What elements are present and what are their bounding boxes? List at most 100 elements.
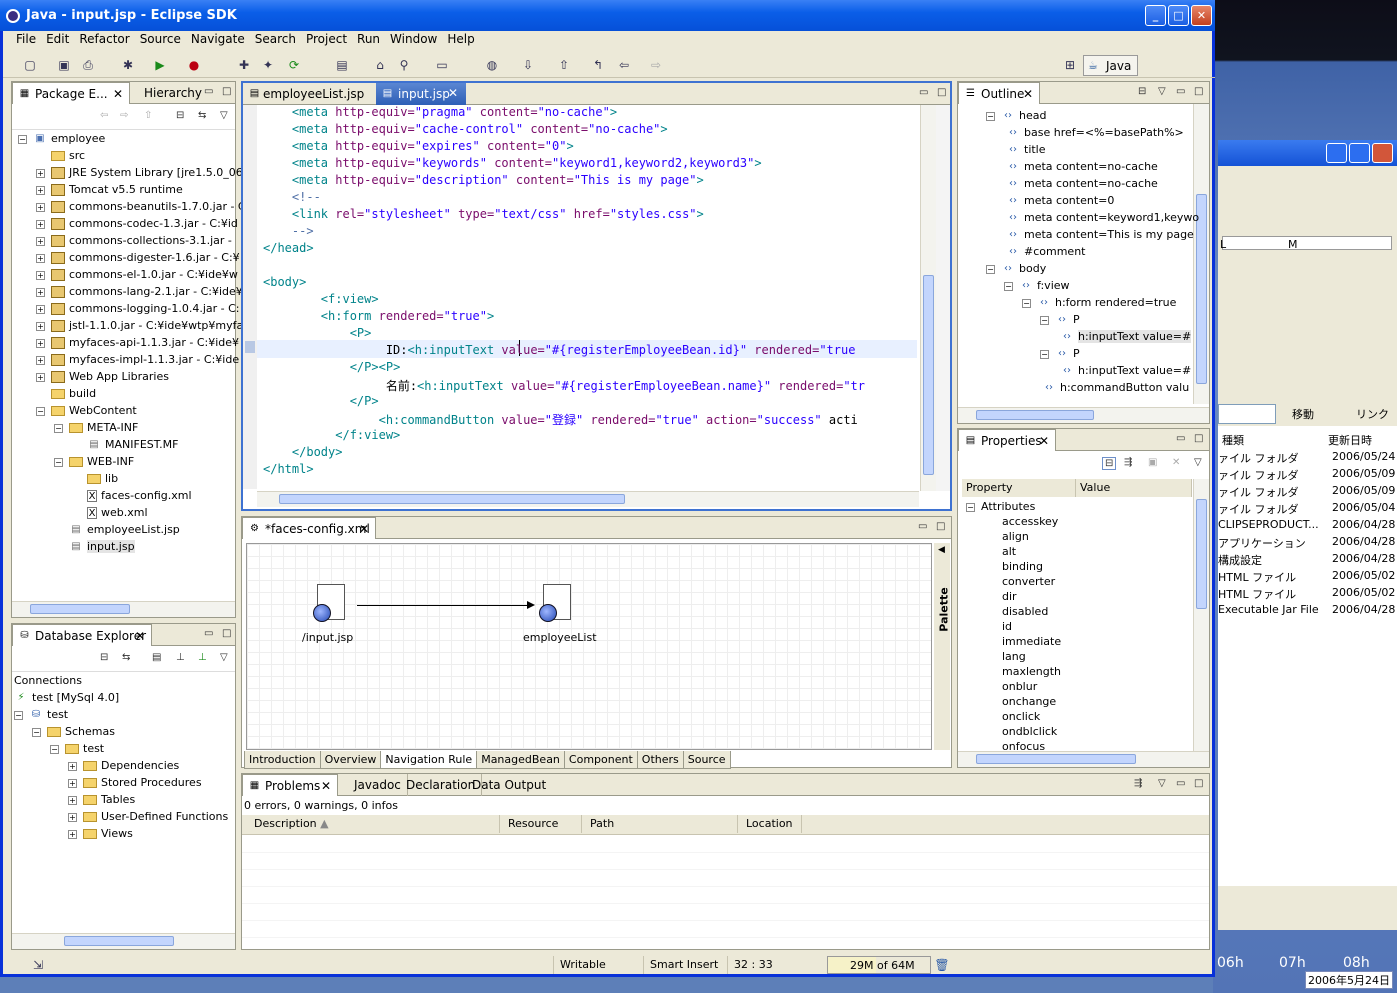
- expand-toggle-icon[interactable]: −: [54, 423, 63, 433]
- outline-item[interactable]: − ‹› body: [986, 262, 1046, 275]
- subtab-managedbean[interactable]: ManagedBean: [476, 751, 565, 769]
- expand-toggle-icon[interactable]: +: [36, 372, 45, 382]
- node-employeelist[interactable]: [539, 584, 573, 624]
- property-row[interactable]: binding: [1002, 560, 1043, 573]
- expand-toggle-icon[interactable]: −: [50, 744, 59, 754]
- new-connection-icon[interactable]: ▤: [152, 652, 161, 663]
- close-icon[interactable]: [1372, 143, 1393, 163]
- db-tree-item[interactable]: + User-Defined Functions: [68, 810, 228, 823]
- property-row[interactable]: onclick: [1002, 710, 1040, 723]
- connect-icon[interactable]: ⊥: [176, 652, 185, 663]
- view-menu-icon[interactable]: ▽: [1158, 86, 1166, 97]
- code-line[interactable]: <h:form rendered="true">: [263, 309, 494, 323]
- property-row[interactable]: onchange: [1002, 695, 1056, 708]
- expand-toggle-icon[interactable]: −: [986, 111, 995, 121]
- menu-project[interactable]: Project: [301, 30, 352, 50]
- view-menu-icon[interactable]: ▽: [1194, 457, 1202, 468]
- package-tree-item[interactable]: + Tomcat v5.5 runtime: [36, 183, 183, 196]
- minimize-icon[interactable]: [1326, 143, 1347, 163]
- tab-problems[interactable]: ▦ Problems ✕: [242, 774, 338, 796]
- db-tree-item[interactable]: − Schemas: [32, 725, 115, 738]
- view-menu-icon[interactable]: ▽: [220, 110, 228, 121]
- code-line[interactable]: <f:view>: [263, 292, 379, 306]
- package-tree-item[interactable]: + Web App Libraries: [36, 370, 169, 383]
- editor-vscroll[interactable]: [920, 105, 936, 491]
- open-folder-icon[interactable]: ▭: [433, 56, 451, 74]
- view-menu-icon[interactable]: ▽: [1158, 778, 1166, 789]
- menu-file[interactable]: File: [11, 30, 41, 50]
- remove-icon[interactable]: ✕: [1172, 457, 1180, 468]
- outline-item[interactable]: − ‹› P: [1040, 347, 1080, 360]
- close-button[interactable]: ✕: [1191, 5, 1212, 26]
- expand-toggle-icon[interactable]: +: [36, 185, 45, 195]
- tab-data-output[interactable]: Data Output: [466, 774, 552, 796]
- maximize-view-icon[interactable]: □: [1194, 778, 1203, 789]
- menu-refactor[interactable]: Refactor: [74, 30, 134, 50]
- tab-employeelist-jsp[interactable]: ▤ employeeList.jsp: [243, 83, 370, 105]
- expand-toggle-icon[interactable]: −: [36, 406, 45, 416]
- external-tools-icon[interactable]: ●: [185, 56, 203, 74]
- outline-item[interactable]: ‹› title: [1006, 143, 1046, 156]
- close-tab-icon[interactable]: ✕: [1039, 434, 1049, 448]
- property-row[interactable]: alt: [1002, 545, 1016, 558]
- menu-window[interactable]: Window: [385, 30, 442, 50]
- code-line[interactable]: <meta http-equiv="cache-control" content…: [263, 122, 668, 136]
- new-icon[interactable]: ▢: [21, 56, 39, 74]
- minimize-view-icon[interactable]: ▭: [1176, 86, 1185, 97]
- property-row[interactable]: disabled: [1002, 605, 1048, 618]
- editor-hscroll[interactable]: [257, 491, 919, 507]
- tab-javadoc[interactable]: Javadoc: [346, 774, 408, 796]
- close-tab-icon[interactable]: ✕: [113, 87, 123, 101]
- subtab-overview[interactable]: Overview: [319, 751, 382, 769]
- back-icon[interactable]: ⇦: [615, 56, 633, 74]
- tab-input-jsp[interactable]: ▤ input.jsp ✕: [376, 83, 466, 105]
- run-icon[interactable]: ▶: [151, 56, 169, 74]
- minimize-view-icon[interactable]: ▭: [204, 86, 213, 97]
- expand-toggle-icon[interactable]: +: [36, 321, 45, 331]
- search-icon[interactable]: ⚲: [395, 56, 413, 74]
- maximize-view-icon[interactable]: □: [1194, 433, 1203, 444]
- navigation-arrow[interactable]: [357, 605, 529, 606]
- package-tree-item[interactable]: src: [36, 149, 85, 162]
- maximize-view-icon[interactable]: □: [936, 521, 945, 532]
- menu-help[interactable]: Help: [442, 30, 479, 50]
- expand-toggle-icon[interactable]: +: [36, 202, 45, 212]
- expand-toggle-icon[interactable]: +: [36, 338, 45, 348]
- navigation-canvas[interactable]: /input.jsp employeeList: [246, 543, 932, 750]
- col-resource[interactable]: Resource: [500, 815, 582, 833]
- expand-toggle-icon[interactable]: +: [36, 219, 45, 229]
- package-tree-item[interactable]: + myfaces-api-1.1.3.jar - C:¥ide¥: [36, 336, 239, 349]
- menu-navigate[interactable]: Navigate: [186, 30, 250, 50]
- java-perspective-button[interactable]: ☕ Java: [1083, 55, 1138, 76]
- property-row[interactable]: lang: [1002, 650, 1026, 663]
- db-explorer-hscroll[interactable]: [12, 933, 235, 949]
- node-input-jsp[interactable]: [313, 584, 347, 624]
- minimize-view-icon[interactable]: ▭: [1176, 778, 1185, 789]
- menu-search[interactable]: Search: [250, 30, 301, 50]
- property-row[interactable]: immediate: [1002, 635, 1061, 648]
- col-property[interactable]: Property: [962, 479, 1076, 497]
- tab-outline[interactable]: ☰ Outline ✕: [958, 82, 1040, 104]
- maximize-button[interactable]: □: [1168, 5, 1189, 26]
- close-tab-icon[interactable]: ✕: [135, 629, 145, 643]
- db-tree-item[interactable]: + Views: [68, 827, 133, 840]
- outline-item[interactable]: − ‹› P: [1040, 313, 1080, 326]
- db-tree-item[interactable]: ⚡ test [MySql 4.0]: [14, 691, 119, 704]
- maximize-view-icon[interactable]: □: [222, 628, 231, 639]
- db-tree-item[interactable]: − test: [50, 742, 104, 755]
- outline-item[interactable]: − ‹› f:view: [1004, 279, 1070, 292]
- package-tree-item[interactable]: + jstl-1.1.0.jar - C:¥ide¥wtp¥myfa: [36, 319, 243, 332]
- expand-toggle-icon[interactable]: −: [32, 727, 41, 737]
- outline-item[interactable]: ‹› base href=<%=basePath%>: [1006, 126, 1184, 139]
- code-line[interactable]: </P><P>: [263, 360, 401, 374]
- expand-toggle-icon[interactable]: −: [18, 134, 27, 144]
- tab-properties[interactable]: ▤ Properties ✕: [958, 429, 1056, 451]
- forward-nav-icon[interactable]: ⇨: [120, 110, 128, 121]
- garbage-collect-icon[interactable]: 🗑: [933, 956, 951, 974]
- expand-toggle-icon[interactable]: −: [1040, 349, 1049, 359]
- outline-item[interactable]: ‹› meta content=0: [1006, 194, 1114, 207]
- next-annotation-icon[interactable]: ⇩: [519, 56, 537, 74]
- palette-bar[interactable]: ◀ Palette: [934, 543, 951, 750]
- package-tree-item[interactable]: ▤ employeeList.jsp: [54, 523, 180, 536]
- maximize-icon[interactable]: [1349, 143, 1370, 163]
